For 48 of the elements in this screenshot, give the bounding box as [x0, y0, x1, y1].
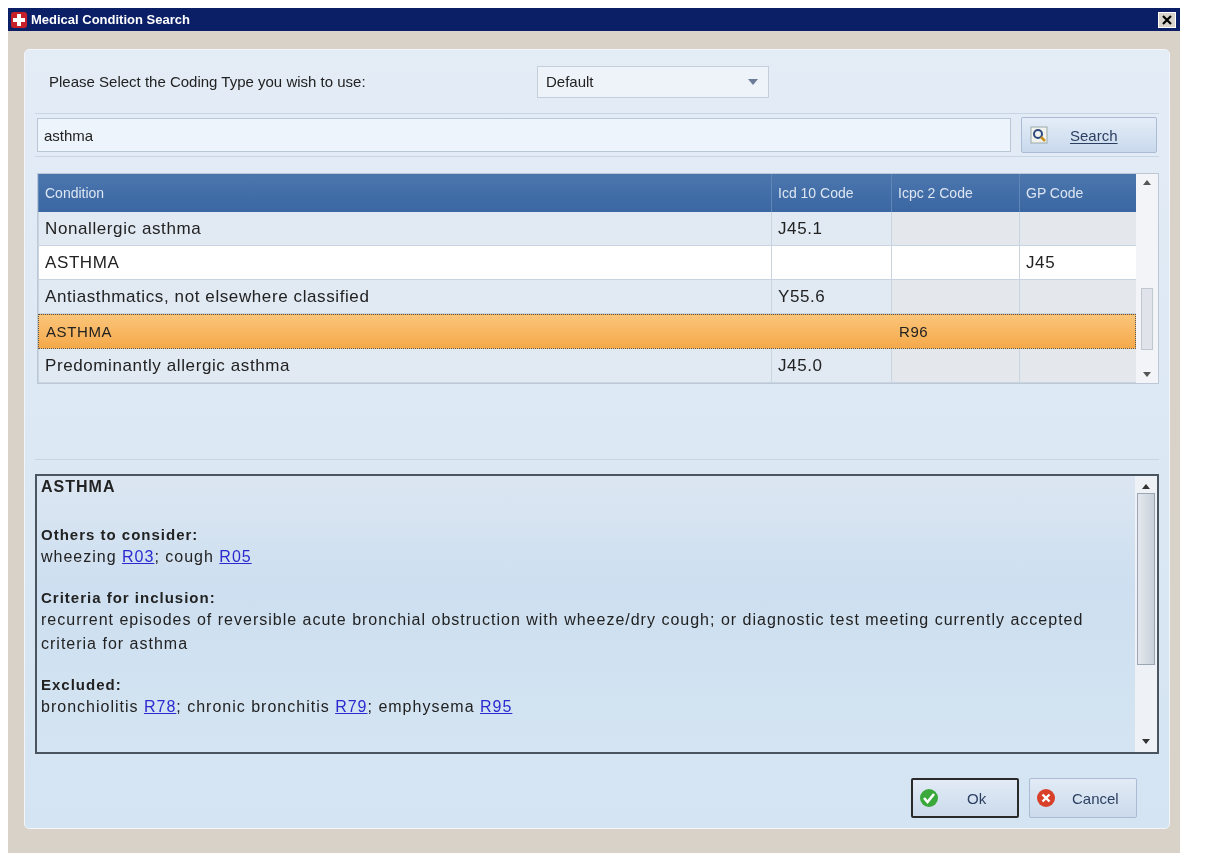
scroll-thumb[interactable]	[1141, 287, 1153, 350]
code-link[interactable]: R03	[122, 547, 155, 565]
code-link[interactable]: R95	[480, 697, 513, 715]
table-row[interactable]: ASTHMA J45	[38, 246, 1136, 281]
table-cell: R96	[899, 323, 929, 341]
code-link[interactable]: R05	[219, 547, 252, 565]
section-text: bronchiolitis R78; chronic bronchitis R79; emphysema R95	[41, 696, 514, 717]
table-row[interactable]: ASTHMA R96	[38, 314, 1136, 350]
section-text: wheezing R03; cough R05	[41, 546, 253, 567]
window-title: Medical Condition Search	[31, 12, 191, 27]
search-button[interactable]: Search	[1021, 117, 1157, 154]
table-cell: J45.1	[778, 218, 823, 239]
section-title: Criteria for inclusion:	[41, 588, 217, 606]
ok-button[interactable]: Ok	[911, 778, 1019, 818]
table-cell: Y55.6	[778, 286, 826, 307]
section-title: Excluded:	[41, 675, 123, 693]
table-cell: ASTHMA	[46, 323, 113, 341]
table-row[interactable]: Nonallergic asthma J45.1	[38, 212, 1136, 247]
table-cell: Antiasthmatics, not elsewhere classified	[45, 286, 370, 307]
scroll-up-icon[interactable]	[1142, 483, 1150, 489]
table-row[interactable]: Antiasthmatics, not elsewhere classified Y55.6	[38, 280, 1136, 315]
scroll-thumb[interactable]	[1137, 493, 1155, 665]
table-cell: J45	[1026, 252, 1056, 273]
section-text: recurrent episodes of reversible acute bronchial obstruction with wheeze/dry cough; or diagnostic test meeting currently accepted criteria for asthma	[41, 609, 1085, 654]
close-icon[interactable]	[1158, 11, 1176, 28]
scrollbar[interactable]	[1136, 174, 1158, 384]
scroll-up-icon[interactable]	[1143, 180, 1151, 186]
scroll-down-icon[interactable]	[1143, 372, 1151, 378]
table-cell: Predominantly allergic asthma	[45, 355, 291, 376]
scrollbar[interactable]	[1135, 475, 1157, 752]
coding-type-label: Please Select the Coding Type you wish to use:	[49, 73, 367, 91]
cancel-button[interactable]: Cancel	[1029, 778, 1137, 818]
code-link[interactable]: R78	[143, 697, 177, 715]
cancel-icon	[1036, 788, 1056, 808]
condition-heading: ASTHMA	[41, 477, 117, 497]
search-icon	[1030, 126, 1048, 145]
code-link[interactable]: R79	[335, 697, 368, 715]
table-cell: Nonallergic asthma	[45, 218, 202, 239]
section-title: Others to consider:	[41, 525, 200, 543]
table-cell: J45.0	[778, 355, 823, 376]
checkmark-icon	[919, 788, 939, 808]
scroll-down-icon[interactable]	[1142, 739, 1150, 744]
dropdown-arrow-icon	[748, 78, 758, 85]
coding-type-dropdown[interactable]: Default	[537, 65, 769, 98]
medical-cross-icon	[11, 11, 27, 28]
table-row[interactable]: Predominantly allergic asthma J45.0	[38, 349, 1136, 384]
search-field[interactable]: asthma	[37, 118, 1011, 153]
table-cell: ASTHMA	[45, 252, 120, 273]
